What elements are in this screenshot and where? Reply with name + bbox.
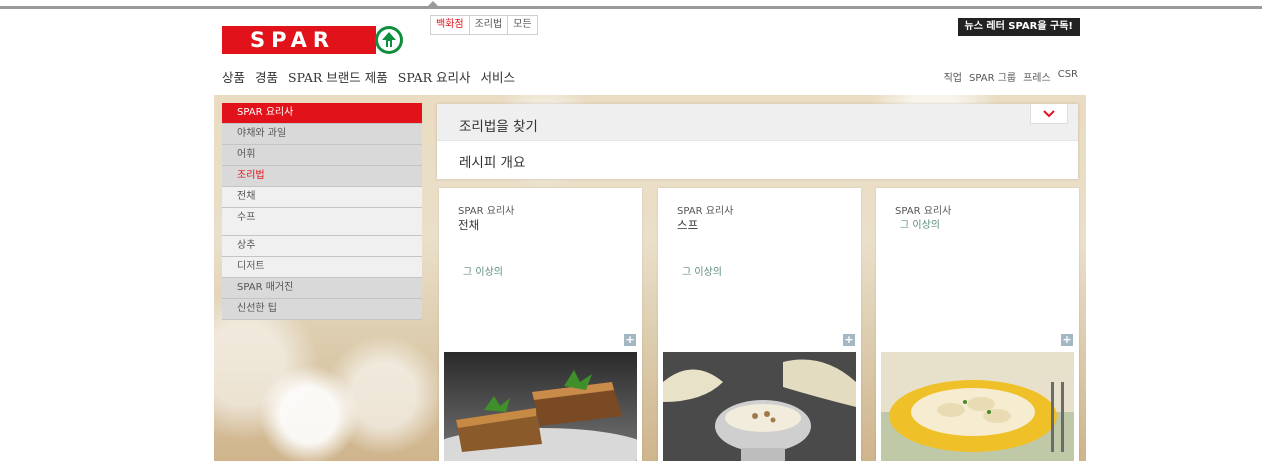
newsletter-button[interactable]: 뉴스 레터 SPAR을 구독!: [957, 18, 1080, 36]
card-more-link[interactable]: 그 이상의: [463, 263, 503, 278]
recipe-card-starters[interactable]: SPAR 요리사 전채 그 이상의 +: [439, 188, 642, 461]
sidebar-item-spar-chef[interactable]: SPAR 요리사: [222, 103, 422, 124]
tab-recipes[interactable]: 조리법: [470, 16, 509, 34]
recipe-overview: 레시피 개요: [437, 140, 1078, 179]
sidebar-item-dessert[interactable]: 디저트: [222, 257, 422, 278]
recipe-card-soups[interactable]: SPAR 요리사 스프 그 이상의 +: [658, 188, 861, 461]
content-stage: SPAR 요리사 야채와 과일 어휘 조리법 전채 수프 상추 디저트 SPAR…: [214, 95, 1086, 461]
sidebar-item-vegetables[interactable]: 야채와 과일: [222, 124, 422, 145]
chevron-down-icon[interactable]: [1030, 104, 1068, 124]
subnav-spar-group[interactable]: SPAR 그룹: [969, 69, 1016, 84]
recipe-finder-panel: 조리법을 찾기 레시피 개요: [437, 104, 1078, 179]
recipe-card-more[interactable]: SPAR 요리사 그 이상의 +: [876, 188, 1079, 461]
top-tabs: 백화점 조리법 모든: [430, 15, 538, 35]
subnav-csr[interactable]: CSR: [1058, 69, 1078, 84]
nav-brand-products[interactable]: SPAR 브랜드 제품: [288, 67, 388, 86]
recipe-overview-title: 레시피 개요: [459, 155, 526, 171]
sidebar-item-starters[interactable]: 전채: [222, 187, 422, 208]
card-kicker: SPAR 요리사: [458, 206, 515, 217]
card-title: 스프: [677, 218, 699, 232]
card-kicker: SPAR 요리사: [677, 206, 734, 217]
sidebar-item-salad[interactable]: 상추: [222, 236, 422, 257]
recipe-finder-title: 조리법을 찾기: [459, 119, 538, 135]
nav-spar-chef[interactable]: SPAR 요리사: [398, 67, 471, 86]
main-nav: 상품 경품 SPAR 브랜드 제품 SPAR 요리사 서비스: [222, 67, 515, 86]
nav-services[interactable]: 서비스: [481, 67, 516, 86]
sidebar-item-magazine[interactable]: SPAR 매거진: [222, 278, 422, 299]
spar-tree-icon[interactable]: [375, 26, 403, 54]
plus-icon[interactable]: +: [624, 334, 636, 346]
logo-text: SPAR: [250, 28, 336, 52]
tab-all[interactable]: 모든: [508, 16, 536, 34]
card-more-link[interactable]: 그 이상의: [900, 216, 940, 231]
page-container: SPAR 백화점 조리법 모든 뉴스 레터 SPAR을 구독! 상품 경품 SP…: [214, 9, 1086, 461]
nav-prizes[interactable]: 경품: [255, 67, 278, 86]
subnav-press[interactable]: 프레스: [1023, 69, 1051, 84]
recipe-photo-toast[interactable]: [444, 352, 637, 461]
plus-icon[interactable]: +: [1061, 334, 1073, 346]
sidebar-item-glossary[interactable]: 어휘: [222, 145, 422, 166]
subnav-jobs[interactable]: 직업: [944, 69, 962, 84]
sidebar-item-soups[interactable]: 수프: [222, 208, 422, 236]
top-notch-icon: [427, 1, 439, 7]
card-kicker: SPAR 요리사: [895, 206, 952, 217]
plus-icon[interactable]: +: [843, 334, 855, 346]
sub-nav: 직업 SPAR 그룹 프레스 CSR: [944, 69, 1078, 84]
card-title: 전채: [458, 218, 480, 232]
recipe-finder-bar[interactable]: 조리법을 찾기: [437, 104, 1078, 140]
sidebar-item-fresh-tips[interactable]: 신선한 팁: [222, 299, 422, 320]
spar-logo[interactable]: SPAR: [222, 26, 376, 54]
recipe-photo-soup[interactable]: [663, 352, 856, 461]
nav-products[interactable]: 상품: [222, 67, 245, 86]
sidebar-item-recipes[interactable]: 조리법: [222, 166, 422, 187]
tab-department[interactable]: 백화점: [431, 16, 470, 34]
card-more-link[interactable]: 그 이상의: [682, 263, 722, 278]
recipe-photo-pasta[interactable]: [881, 352, 1074, 461]
sidebar: SPAR 요리사 야채와 과일 어휘 조리법 전채 수프 상추 디저트 SPAR…: [222, 103, 422, 320]
